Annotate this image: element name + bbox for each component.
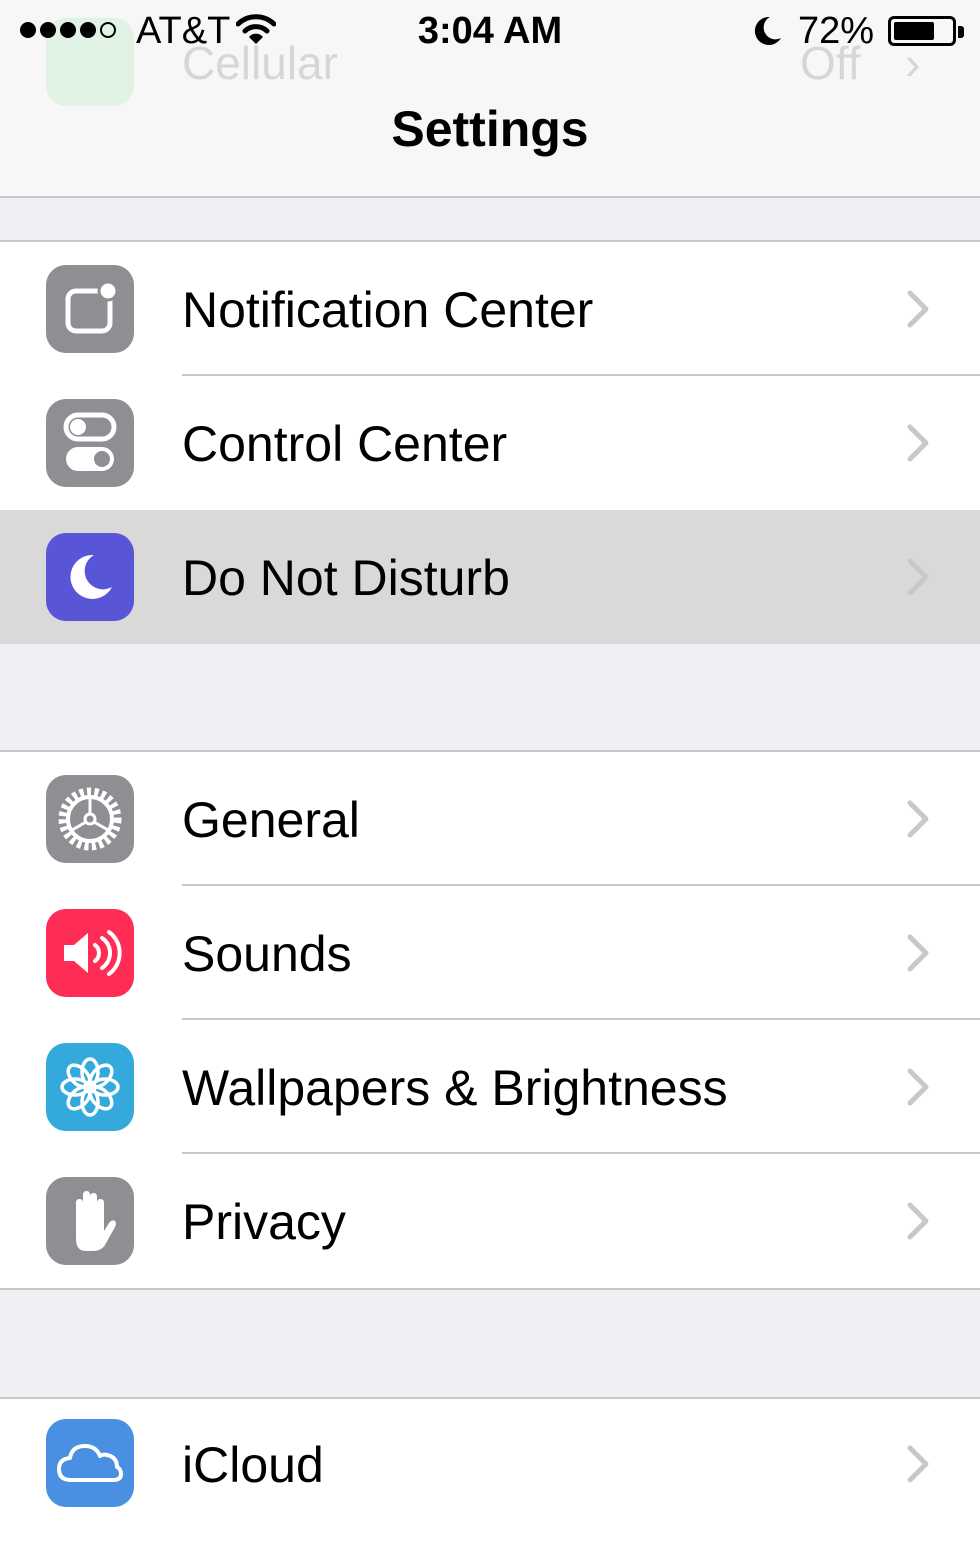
page-title: Settings bbox=[391, 101, 589, 157]
row-label: Notification Center bbox=[182, 282, 594, 338]
row-label: iCloud bbox=[182, 1437, 324, 1493]
status-bar: AT&T 3:04 AM 72% bbox=[0, 0, 980, 64]
chevron-right-icon bbox=[905, 1067, 931, 1112]
hand-icon bbox=[46, 1177, 134, 1265]
navigation-bar: Cellular Off › AT&T 3:04 AM 72% Settings bbox=[0, 0, 980, 198]
row-privacy[interactable]: Privacy bbox=[0, 1154, 980, 1288]
settings-group-3: iCloud bbox=[0, 1397, 980, 1557]
row-label: Control Center bbox=[182, 416, 508, 472]
chevron-right-icon bbox=[905, 557, 931, 602]
row-sounds[interactable]: Sounds bbox=[0, 886, 980, 1020]
row-label: Wallpapers & Brightness bbox=[182, 1060, 728, 1116]
battery-tip bbox=[958, 26, 964, 38]
row-do-not-disturb[interactable]: Do Not Disturb bbox=[0, 510, 980, 644]
settings-group-1: Notification Center Control Center Do No… bbox=[0, 240, 980, 644]
chevron-right-icon bbox=[905, 933, 931, 978]
row-wallpapers-brightness[interactable]: Wallpapers & Brightness bbox=[0, 1020, 980, 1154]
settings-group-2: General Sounds Wallpapers & Brightness P… bbox=[0, 750, 980, 1290]
battery-percentage: 72% bbox=[798, 10, 875, 52]
row-label: Sounds bbox=[182, 926, 352, 982]
row-label: Do Not Disturb bbox=[182, 550, 510, 606]
chevron-right-icon bbox=[905, 1201, 931, 1246]
row-general[interactable]: General bbox=[0, 752, 980, 886]
cloud-icon bbox=[46, 1419, 134, 1507]
chevron-right-icon bbox=[905, 799, 931, 844]
battery-level-fill bbox=[894, 22, 934, 40]
battery-icon bbox=[888, 16, 956, 46]
gear-icon bbox=[46, 775, 134, 863]
row-notification-center[interactable]: Notification Center bbox=[0, 242, 980, 376]
row-icloud[interactable]: iCloud bbox=[0, 1399, 980, 1533]
notification-center-icon bbox=[46, 265, 134, 353]
moon-icon bbox=[750, 14, 784, 53]
row-control-center[interactable]: Control Center bbox=[0, 376, 980, 510]
row-label: General bbox=[182, 792, 360, 848]
speaker-icon bbox=[46, 909, 134, 997]
chevron-right-icon bbox=[905, 289, 931, 334]
row-label: Privacy bbox=[182, 1194, 346, 1250]
control-center-icon bbox=[46, 399, 134, 487]
chevron-right-icon bbox=[905, 423, 931, 468]
flower-icon bbox=[46, 1043, 134, 1131]
moon-icon bbox=[46, 533, 134, 621]
chevron-right-icon bbox=[905, 1444, 931, 1489]
